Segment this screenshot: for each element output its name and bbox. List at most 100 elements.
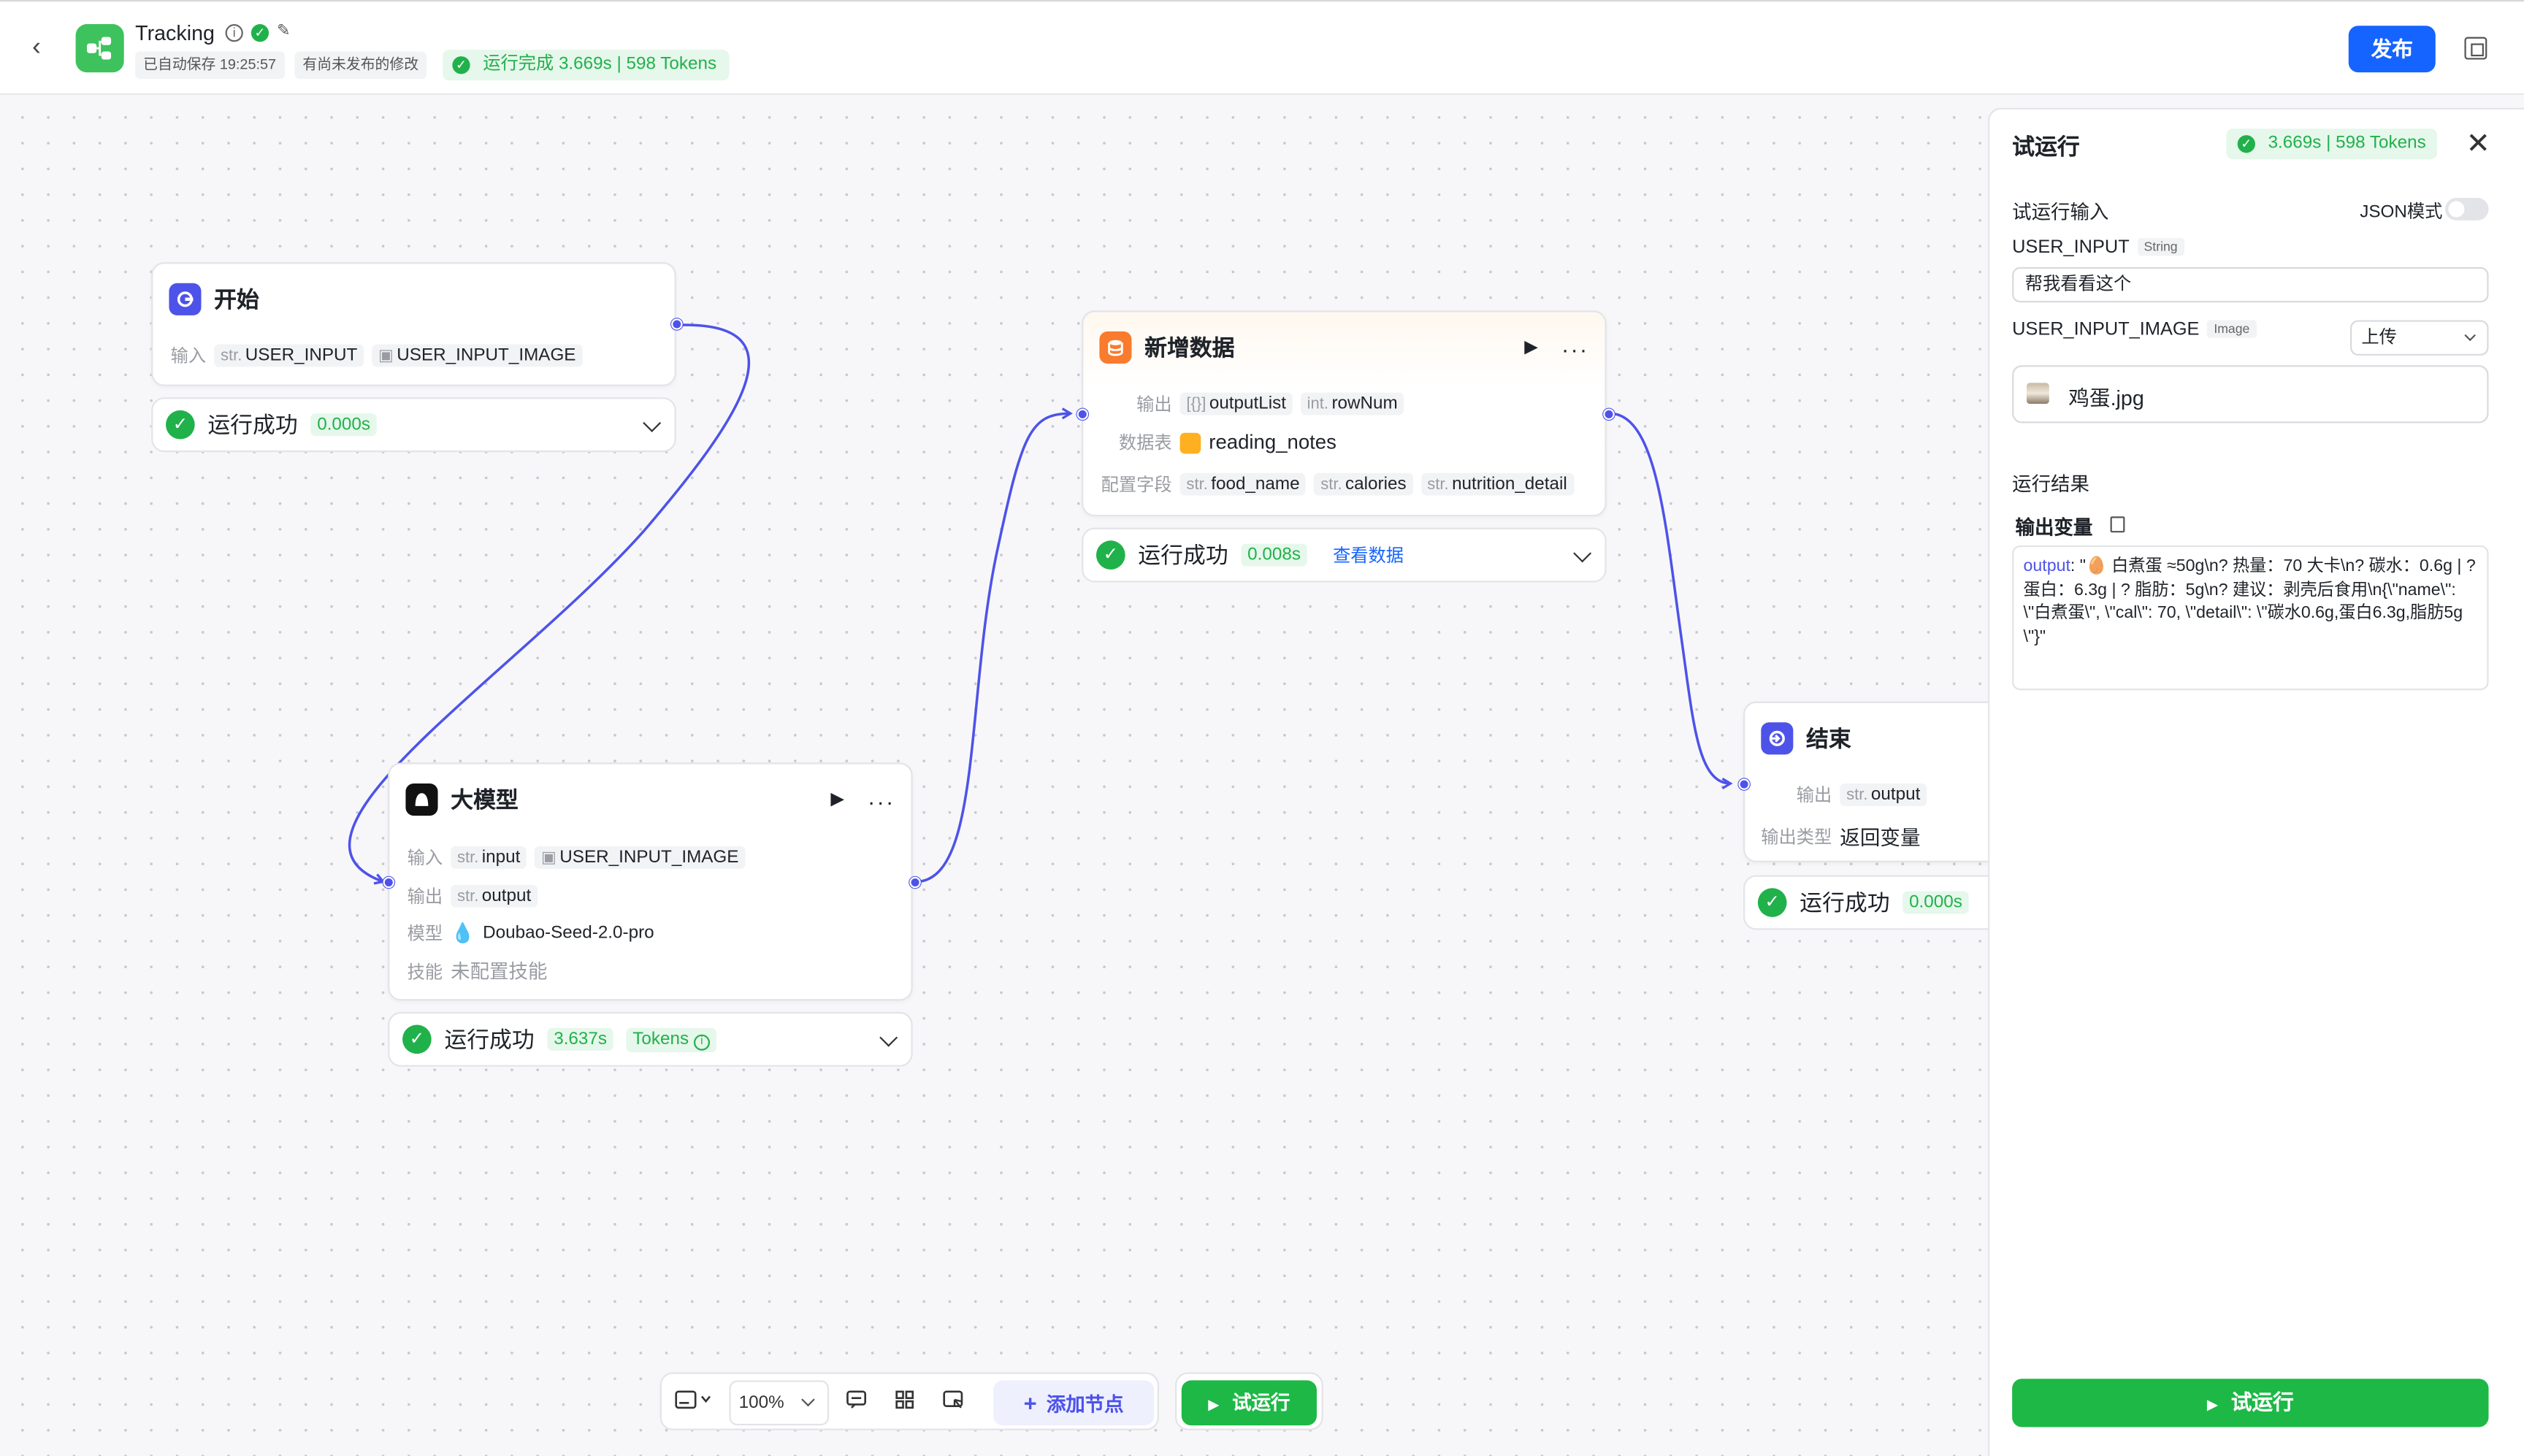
user-input-field[interactable]: 帮我看看这个	[2012, 267, 2489, 303]
play-icon[interactable]: ▶	[1524, 336, 1538, 357]
model-label: 模型	[407, 924, 443, 945]
comment-icon[interactable]	[845, 1388, 868, 1417]
model-drop-icon: 💧	[451, 922, 475, 945]
node-title: 开始	[214, 286, 259, 313]
time-badge: 0.000s	[1902, 891, 1969, 914]
input-section-title: 试运行输入	[2012, 201, 2109, 224]
add-node-button[interactable]: + 添加节点	[993, 1380, 1155, 1426]
node-header: 大模型	[405, 783, 519, 816]
check-circle-icon: ✓	[452, 56, 470, 74]
input-port[interactable]	[1076, 408, 1088, 421]
chevron-down-icon[interactable]	[1573, 544, 1592, 563]
node-table-row: 数据表 reading_notes	[1119, 429, 1336, 455]
table-icon	[1179, 432, 1201, 453]
node-output-row: 输出 str. output	[1797, 782, 1927, 808]
uploaded-file[interactable]: 鸡蛋.jpg	[2012, 365, 2489, 424]
output-label: 输出	[1136, 396, 1172, 415]
publish-button[interactable]: 发布	[2348, 26, 2436, 73]
view-data-link[interactable]: 查看数据	[1333, 543, 1404, 568]
success-check-icon: ✓	[1095, 540, 1125, 570]
status-text: 运行成功	[1138, 542, 1228, 568]
node-input-row: 输入 str. input ▣ USER_INPUT_IMAGE	[408, 845, 746, 870]
pointer-mode-icon[interactable]	[941, 1388, 964, 1417]
status-text: 运行成功	[207, 412, 298, 438]
node-output-type-row: 输出类型 返回变量	[1761, 821, 1920, 851]
success-check-icon: ✓	[1757, 888, 1787, 917]
unpublished-status: 有尚未发布的修改	[294, 51, 427, 79]
status-text: 运行成功	[444, 1026, 535, 1052]
run-status-text: 运行完成 3.669s | 598 Tokens	[483, 54, 717, 74]
output-variable-label: 输出变量	[2015, 516, 2093, 540]
minimap-icon[interactable]	[675, 1388, 714, 1417]
play-icon: ▶	[2206, 1396, 2219, 1413]
output-value: : "🥚 白煮蛋 ≈50g\n? 热量：70 大卡\n? 碳水：0.6g | ?…	[2023, 556, 2476, 646]
time-badge: 0.008s	[1241, 543, 1307, 567]
edit-icon[interactable]: ✎	[277, 23, 296, 42]
check-circle-icon: ✓	[2237, 135, 2255, 153]
workflow-title: Tracking	[135, 20, 215, 45]
tokens-badge[interactable]: Tokens i	[626, 1027, 716, 1051]
status-text: 运行成功	[1800, 889, 1890, 916]
model-name: Doubao-Seed-2.0-pro	[483, 923, 654, 943]
panel-trial-run-button[interactable]: ▶ 试运行	[2012, 1379, 2489, 1428]
trial-run-button[interactable]: ▶ 试运行	[1181, 1380, 1317, 1426]
variable-tag: str. calories	[1314, 472, 1413, 496]
input-port[interactable]	[1738, 778, 1750, 790]
panel-title: 试运行	[2012, 133, 2080, 160]
llm-node[interactable]: 大模型 ▶ ··· 输入 str. input ▣ USER_INPUT_IMAGE…	[383, 762, 921, 1001]
node-output-row: 输出 [{}] outputList int. rowNum	[1136, 391, 1404, 416]
image-input-label: USER_INPUT_IMAGE Image	[2012, 320, 2257, 340]
llm-icon	[405, 783, 438, 816]
skill-value: 未配置技能	[451, 960, 548, 984]
output-port[interactable]	[671, 318, 683, 330]
close-icon[interactable]: ✕	[2466, 129, 2490, 158]
run-status-badge: ✓ 运行完成 3.669s | 598 Tokens	[443, 50, 730, 81]
database-icon	[1099, 331, 1132, 364]
play-icon[interactable]: ▶	[830, 789, 844, 809]
node-skill-row: 技能 未配置技能	[408, 957, 548, 984]
table-name: reading_notes	[1209, 431, 1336, 454]
node-header: 结束	[1761, 722, 1851, 755]
add-data-node[interactable]: 新增数据 ▶ ··· 输出 [{}] outputList int. rowNum …	[1076, 310, 1615, 517]
json-mode-toggle[interactable]	[2445, 198, 2489, 221]
node-title: 新增数据	[1144, 334, 1235, 361]
node-title: 大模型	[451, 786, 519, 813]
start-status-bar[interactable]: ✓ 运行成功 0.000s	[151, 397, 676, 453]
upload-mode-value: 上传	[2361, 328, 2397, 348]
start-node[interactable]: 开始 输入 str. USER_INPUT ▣ USER_INPUT_IMAGE	[151, 262, 683, 386]
llm-status-bar[interactable]: ✓ 运行成功 3.637s Tokens i	[388, 1011, 913, 1067]
chevron-down-icon	[801, 1392, 815, 1407]
node-header: 新增数据	[1099, 331, 1235, 364]
variable-tag: [{}] outputList	[1179, 392, 1293, 415]
image-thumbnail	[2026, 383, 2049, 405]
input-port[interactable]	[383, 876, 395, 889]
zoom-select[interactable]: 100%	[729, 1380, 830, 1426]
copy-icon[interactable]	[2464, 37, 2487, 60]
play-icon: ▶	[1208, 1396, 1220, 1413]
node-model-row: 模型 💧 Doubao-Seed-2.0-pro	[408, 920, 654, 946]
variable-tag: str. nutrition_detail	[1420, 472, 1574, 496]
type-badge: String	[2137, 238, 2184, 256]
add-data-status-bar[interactable]: ✓ 运行成功 0.008s 查看数据	[1082, 527, 1607, 583]
top-header: ‹ Tracking i ✓ ✎ 已自动保存 19:25:57 有尚未发布的修改…	[0, 0, 2524, 95]
copy-icon[interactable]	[2110, 516, 2125, 533]
chevron-down-icon[interactable]	[879, 1028, 898, 1047]
success-check-icon: ✓	[166, 410, 195, 440]
upload-mode-select[interactable]: 上传	[2349, 320, 2489, 356]
output-port[interactable]	[1603, 408, 1615, 421]
autosave-status: 已自动保存 19:25:57	[135, 51, 285, 79]
variable-tag: ▣ USER_INPUT_IMAGE	[372, 344, 583, 367]
output-result-box[interactable]: output: "🥚 白煮蛋 ≈50g\n? 热量：70 大卡\n? 碳水：0.…	[2012, 545, 2489, 691]
output-port[interactable]	[909, 876, 921, 889]
skill-label: 技能	[407, 962, 443, 983]
grid-layout-icon[interactable]	[893, 1388, 916, 1417]
back-arrow-icon[interactable]: ‹	[32, 34, 58, 63]
output-key: output	[2023, 556, 2070, 576]
more-icon[interactable]: ···	[868, 790, 895, 813]
end-status-bar[interactable]: ✓ 运行成功 0.000s	[1743, 875, 2017, 930]
more-icon[interactable]: ···	[1561, 338, 1588, 361]
end-node[interactable]: 结束 输出 str. output 输出类型 返回变量	[1738, 701, 2017, 862]
chevron-down-icon[interactable]	[643, 414, 662, 432]
info-icon[interactable]: i	[225, 24, 243, 42]
variable-tag: ▣ USER_INPUT_IMAGE	[535, 846, 746, 869]
